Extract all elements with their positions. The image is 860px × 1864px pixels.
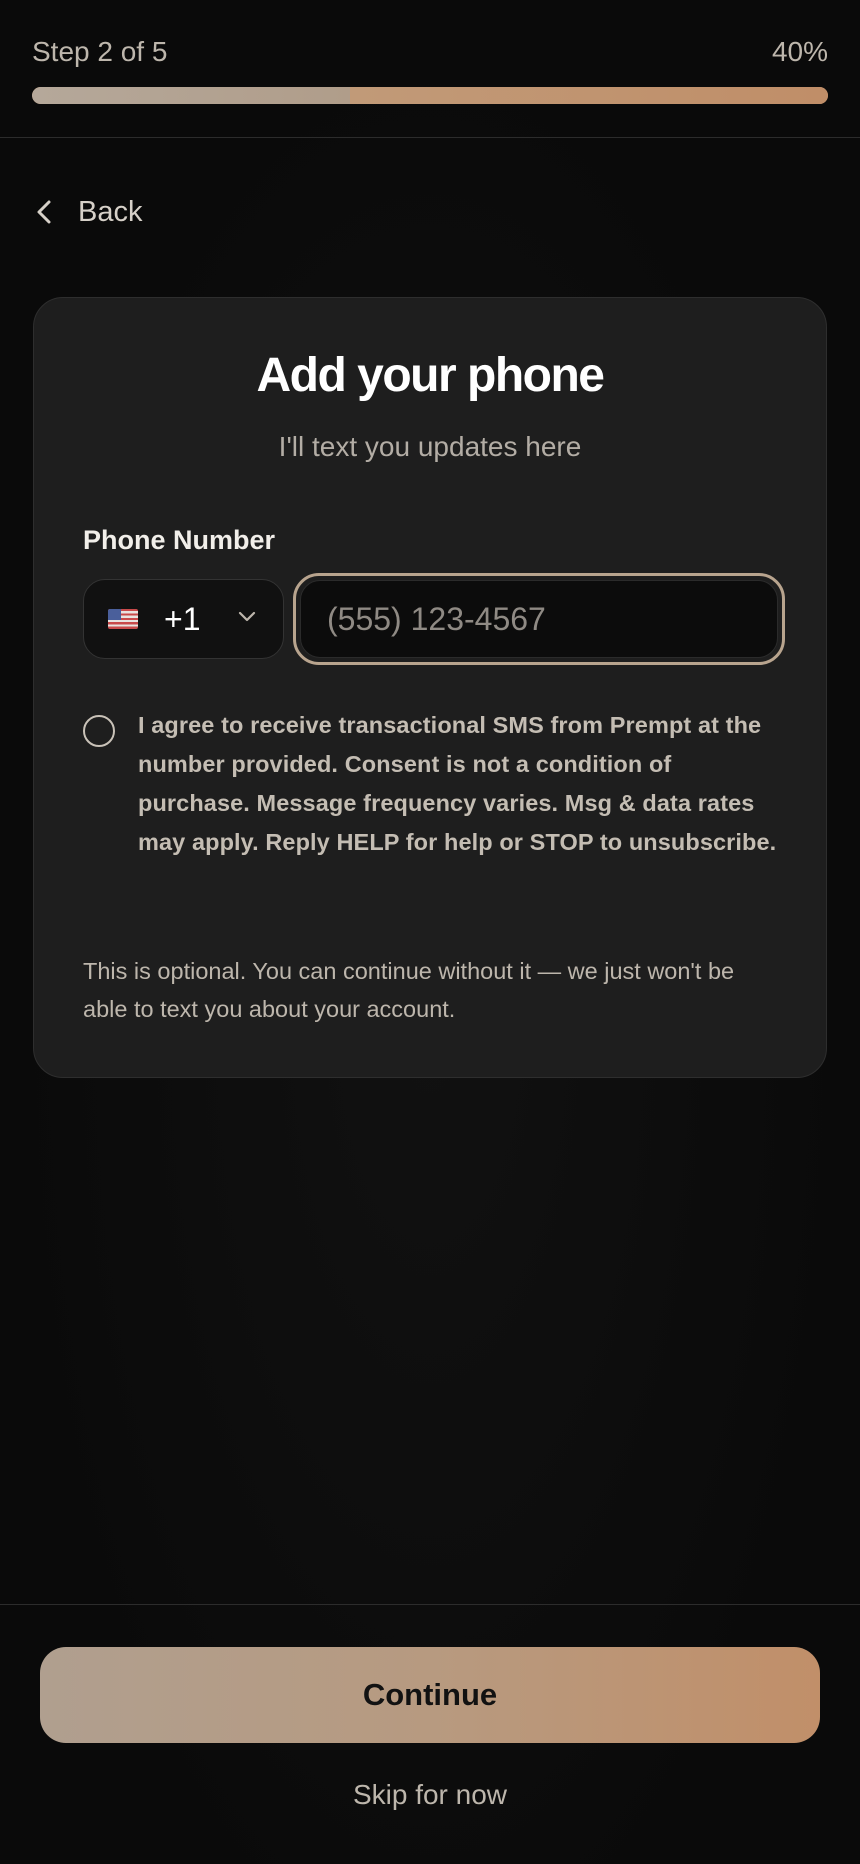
- step-indicator: Step 2 of 5: [32, 36, 168, 67]
- country-code-select[interactable]: +1: [83, 579, 284, 659]
- progress-bar: [32, 87, 828, 104]
- progress-percent: 40%: [771, 36, 828, 67]
- continue-button[interactable]: Continue: [40, 1647, 820, 1743]
- sms-consent-text: I agree to receive transactional SMS fro…: [138, 712, 777, 855]
- page-title: Add your phone: [256, 349, 605, 402]
- onboarding-page: Step 2 of 5 40% Back Add your phone I'll…: [0, 0, 860, 1864]
- us-flag-icon: [108, 609, 138, 629]
- footer-actions: Continue Skip for now: [0, 1604, 860, 1864]
- sms-consent-checkbox[interactable]: [83, 715, 115, 747]
- skip-for-now-link[interactable]: Skip for now: [0, 1779, 860, 1811]
- progress-bar-remaining: [350, 87, 828, 104]
- chevron-left-icon: [37, 200, 51, 224]
- phone-number-input[interactable]: [300, 580, 778, 658]
- phone-input-focus-ring: [293, 573, 785, 665]
- page-subtitle: I'll text you updates here: [278, 431, 582, 462]
- progress-bar-fill: [32, 87, 351, 104]
- dial-code: +1: [164, 600, 201, 637]
- back-button[interactable]: Back: [32, 190, 142, 234]
- optional-note: This is optional. You can continue witho…: [83, 958, 735, 1022]
- back-label: Back: [78, 195, 143, 228]
- phone-number-label: Phone Number: [83, 525, 276, 555]
- phone-card: Add your phone I'll text you updates her…: [33, 297, 827, 1078]
- progress-header: Step 2 of 5 40%: [0, 0, 860, 138]
- chevron-down-icon: [238, 611, 256, 622]
